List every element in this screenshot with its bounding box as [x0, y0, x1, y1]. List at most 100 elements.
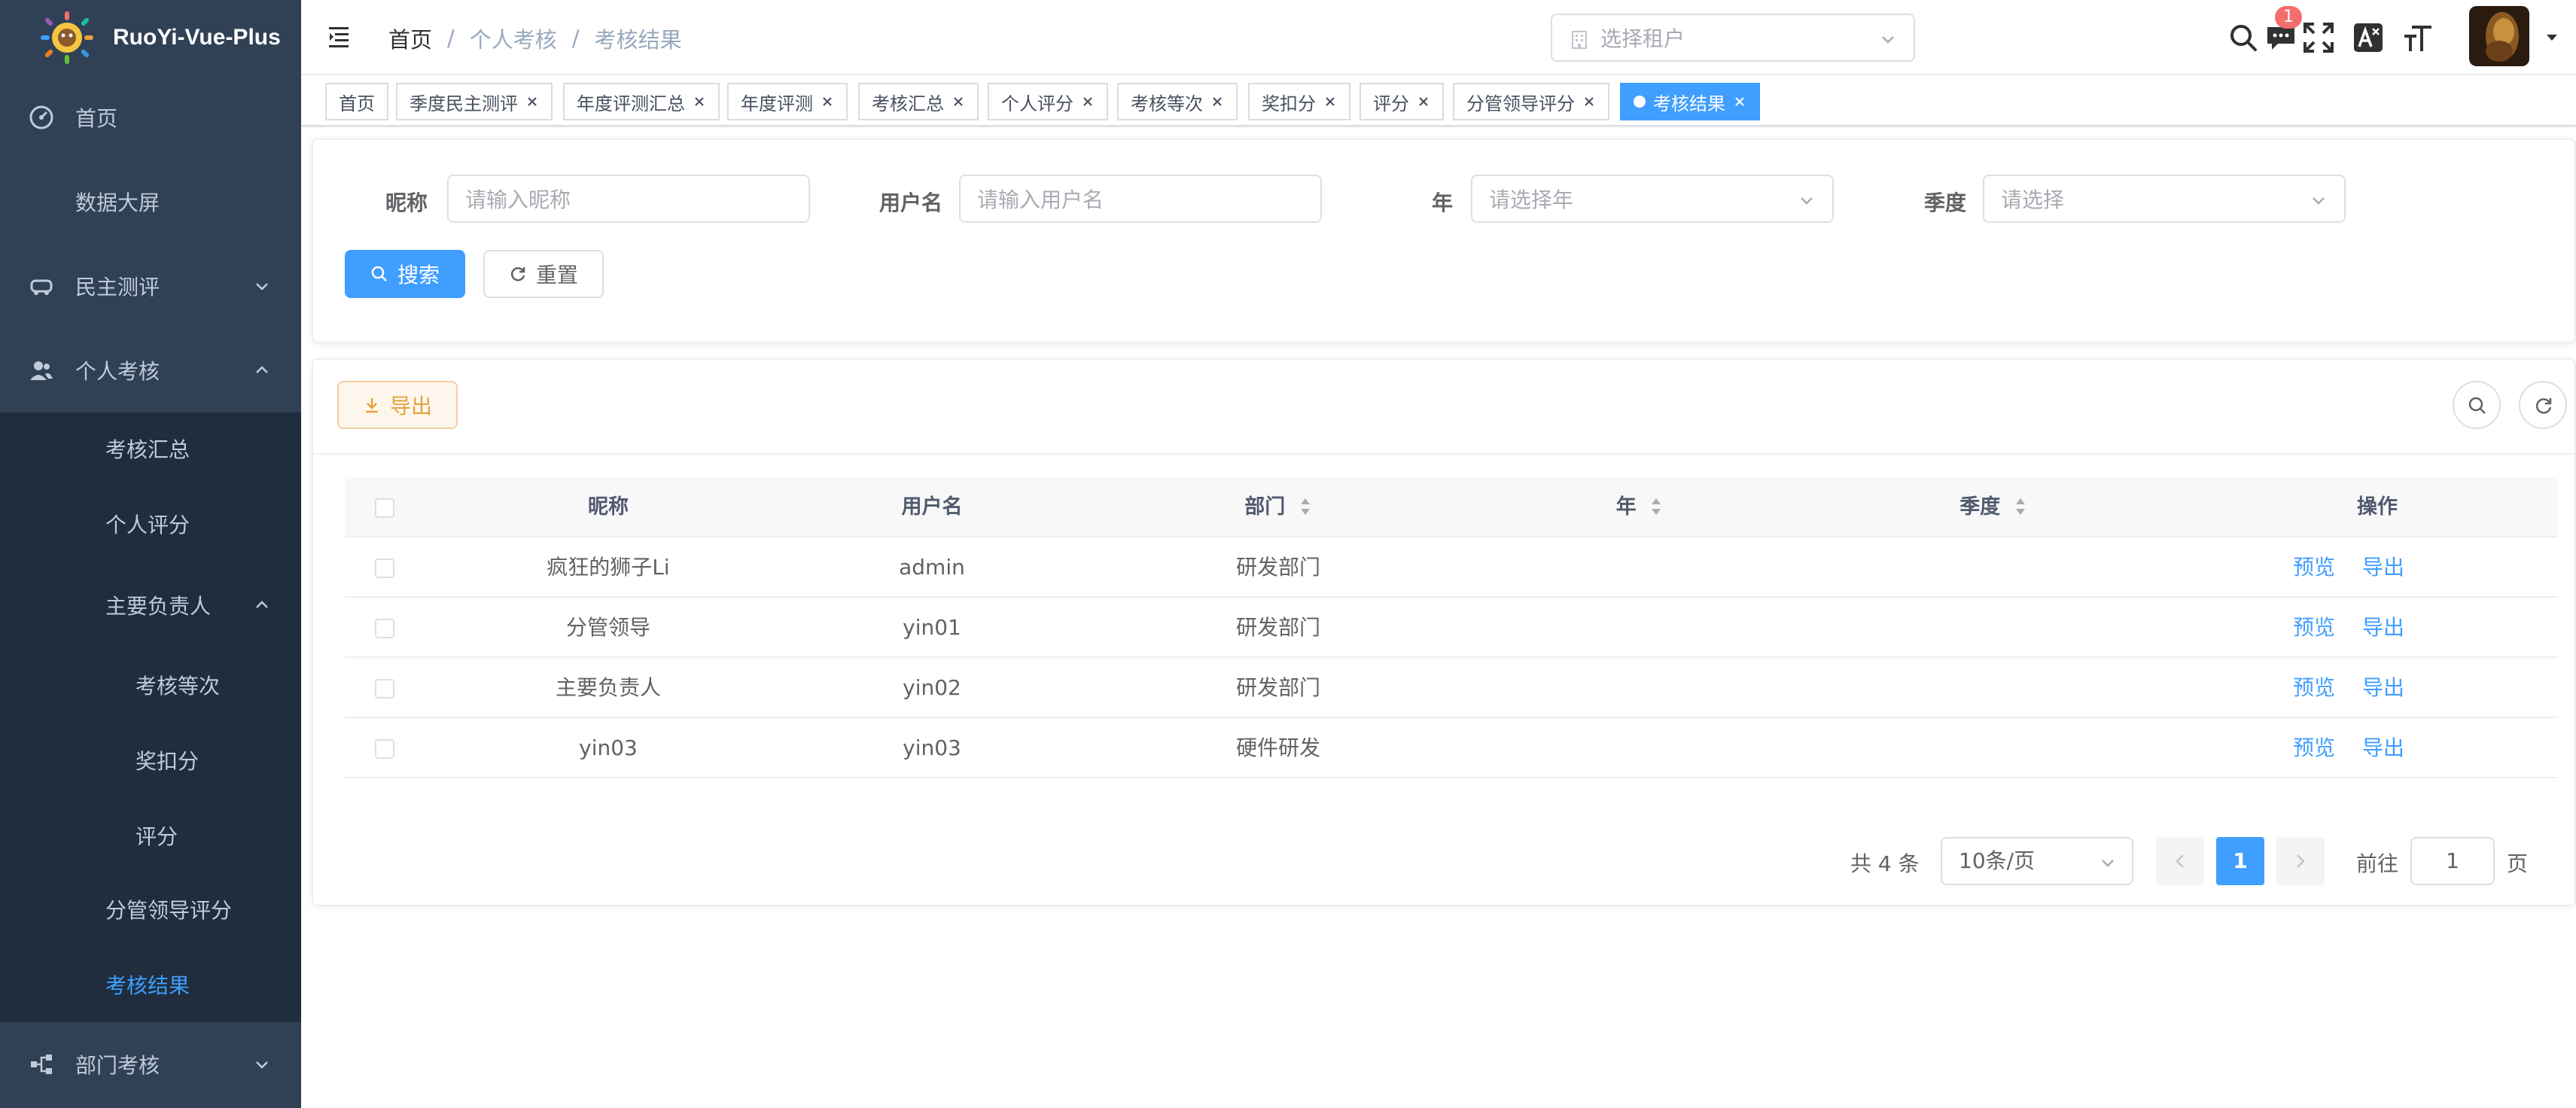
- sidebar-item-assessment-grade[interactable]: 考核等次: [0, 655, 301, 715]
- column-header-department[interactable]: 部门: [1158, 477, 1399, 537]
- search-icon: [2468, 397, 2486, 414]
- sidebar-item-leader-score[interactable]: 分管领导评分: [0, 879, 301, 939]
- sidebar-item-assessment-summary[interactable]: 考核汇总: [0, 419, 301, 479]
- username-input[interactable]: 请输入用户名: [959, 175, 1322, 223]
- close-icon[interactable]: [1210, 95, 1224, 108]
- sidebar-item-label: 主要负责人: [105, 594, 212, 619]
- sidebar-item-scoring[interactable]: 评分: [0, 805, 301, 866]
- translate-icon[interactable]: [2352, 21, 2385, 54]
- reset-button[interactable]: 重置: [483, 250, 604, 298]
- export-link[interactable]: 导出: [2361, 658, 2406, 718]
- avatar[interactable]: [2469, 6, 2529, 66]
- close-icon[interactable]: [1733, 95, 1746, 108]
- next-page-button[interactable]: [2276, 837, 2325, 885]
- sort-icon[interactable]: [1649, 496, 1663, 517]
- cell-department: 研发部门: [1235, 555, 1320, 580]
- font-size-icon[interactable]: [2401, 21, 2434, 54]
- close-icon[interactable]: [821, 95, 834, 108]
- sidebar-item-label: 考核结果: [105, 973, 190, 998]
- tag-label: 考核结果: [1653, 93, 1725, 114]
- export-link[interactable]: 导出: [2361, 718, 2406, 778]
- tag-bonus-deduction[interactable]: 奖扣分: [1248, 83, 1350, 120]
- search-icon[interactable]: [2227, 21, 2260, 54]
- preview-link[interactable]: 预览: [2291, 598, 2337, 658]
- tag-personal-score[interactable]: 个人评分: [988, 83, 1108, 120]
- toggle-search-button[interactable]: [2453, 381, 2501, 429]
- fullscreen-icon[interactable]: [2302, 21, 2335, 54]
- sort-icon[interactable]: [2014, 496, 2027, 517]
- export-button[interactable]: 导出: [337, 381, 458, 429]
- breadcrumb-item-home[interactable]: 首页: [388, 23, 432, 54]
- export-link[interactable]: 导出: [2361, 537, 2406, 598]
- sidebar-item-democratic-evaluation[interactable]: 民主测评: [0, 253, 301, 319]
- column-header-year[interactable]: 年: [1519, 477, 1760, 537]
- sidebar-item-home[interactable]: 首页: [0, 84, 301, 151]
- username-label: 用户名: [879, 190, 943, 215]
- avatar-image: [2469, 6, 2529, 66]
- tag-annual-evaluation-summary[interactable]: 年度评测汇总: [563, 83, 720, 120]
- row-checkbox[interactable]: [375, 559, 394, 578]
- nickname-placeholder: 请输入昵称: [465, 187, 571, 212]
- tag-annual-evaluation[interactable]: 年度评测: [727, 83, 848, 120]
- sidebar-item-assessment-result[interactable]: 考核结果: [0, 954, 301, 1015]
- sidebar-item-bonus-deduction[interactable]: 奖扣分: [0, 730, 301, 790]
- goto-page-input[interactable]: 1: [2410, 837, 2495, 885]
- tag-leader-score[interactable]: 分管领导评分: [1453, 83, 1609, 120]
- chevron-down-icon: [2102, 860, 2114, 867]
- breadcrumb-separator: /: [447, 26, 455, 51]
- sidebar-item-label: 个人评分: [105, 513, 190, 537]
- sidebar-item-data-screen[interactable]: 数据大屏: [0, 169, 301, 235]
- caret-down-icon[interactable]: [2544, 30, 2559, 45]
- sidebar-item-main-leader[interactable]: 主要负责人: [0, 574, 301, 637]
- search-button[interactable]: 搜索: [345, 250, 465, 298]
- close-icon[interactable]: [693, 95, 706, 108]
- export-link[interactable]: 导出: [2361, 598, 2406, 658]
- logo[interactable]: RuoYi-Vue-Plus: [0, 0, 301, 75]
- reset-button-label: 重置: [535, 263, 578, 288]
- tag-quarterly-democratic-evaluation[interactable]: 季度民主测评: [396, 83, 553, 120]
- sort-icon[interactable]: [1299, 496, 1312, 517]
- tag-assessment-grade[interactable]: 考核等次: [1117, 83, 1238, 120]
- tag-label: 个人评分: [1001, 93, 1073, 114]
- tenant-select[interactable]: 选择租户: [1551, 14, 1915, 62]
- car-icon: [30, 279, 53, 295]
- page-size-select[interactable]: 10条/页: [1941, 837, 2133, 885]
- tag-label: 评分: [1373, 93, 1409, 114]
- cell-nickname: 疯狂的狮子Li: [547, 555, 670, 580]
- cell-quarter: [1873, 658, 2114, 718]
- sidebar-item-personal-score[interactable]: 个人评分: [0, 494, 301, 554]
- nickname-input[interactable]: 请输入昵称: [447, 175, 810, 223]
- row-checkbox[interactable]: [375, 619, 394, 638]
- hamburger-icon[interactable]: [328, 24, 354, 50]
- goto-unit: 页: [2507, 851, 2529, 876]
- sidebar-item-department-assessment[interactable]: 部门考核: [0, 1031, 301, 1097]
- main-content: 昵称 请输入昵称 用户名 请输入用户名 年 请选择年 季度 请选择 搜索 重置 …: [301, 128, 2576, 1108]
- row-checkbox[interactable]: [375, 679, 394, 699]
- select-all-checkbox[interactable]: [375, 498, 394, 518]
- tag-label: 首页: [339, 93, 375, 114]
- row-checkbox[interactable]: [375, 739, 394, 759]
- close-icon[interactable]: [1417, 95, 1430, 108]
- sidebar-item-label: 数据大屏: [75, 190, 160, 215]
- preview-link[interactable]: 预览: [2291, 537, 2337, 598]
- refresh-button[interactable]: [2519, 381, 2567, 429]
- close-icon[interactable]: [1323, 95, 1337, 108]
- close-icon[interactable]: [525, 95, 539, 108]
- tag-scoring[interactable]: 评分: [1360, 83, 1444, 120]
- column-header-quarter[interactable]: 季度: [1873, 477, 2114, 537]
- prev-page-button[interactable]: [2156, 837, 2204, 885]
- tag-assessment-summary[interactable]: 考核汇总: [858, 83, 979, 120]
- tag-home[interactable]: 首页: [325, 83, 388, 120]
- toolbar-divider: [313, 453, 2576, 455]
- cell-quarter: [1873, 537, 2114, 598]
- year-select[interactable]: 请选择年: [1471, 175, 1834, 223]
- page-number-1[interactable]: 1: [2216, 837, 2264, 885]
- close-icon[interactable]: [1582, 95, 1596, 108]
- tag-assessment-result[interactable]: 考核结果: [1620, 83, 1760, 120]
- close-icon[interactable]: [1081, 95, 1095, 108]
- quarter-select[interactable]: 请选择: [1983, 175, 2346, 223]
- preview-link[interactable]: 预览: [2291, 658, 2337, 718]
- preview-link[interactable]: 预览: [2291, 718, 2337, 778]
- close-icon[interactable]: [952, 95, 965, 108]
- sidebar-item-personal-assessment[interactable]: 个人考核: [0, 337, 301, 403]
